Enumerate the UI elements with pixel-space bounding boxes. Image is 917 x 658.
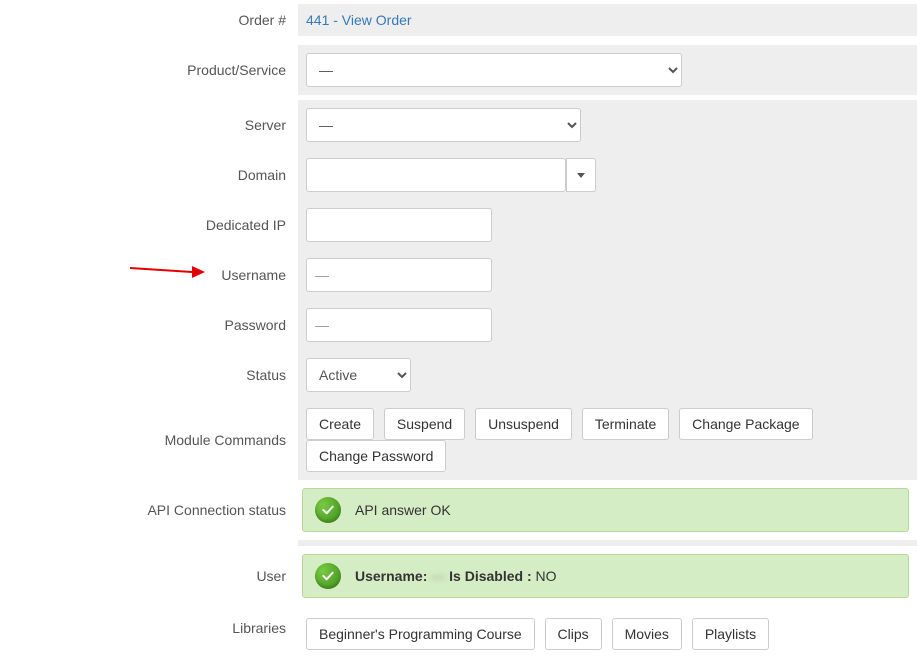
library-button-2[interactable]: Clips: [545, 618, 602, 650]
dedicated-ip-input[interactable]: [306, 208, 492, 242]
row-server: Server —: [0, 100, 917, 150]
value-api-status: API answer OK: [298, 480, 917, 540]
value-libraries: Beginner's Programming Course Clips Movi…: [298, 610, 917, 658]
product-select[interactable]: —: [306, 53, 682, 87]
label-product: Product/Service: [0, 62, 298, 78]
red-arrow-icon: [130, 262, 205, 282]
terminate-button[interactable]: Terminate: [582, 408, 669, 440]
value-user: Username: — Is Disabled : NO: [298, 546, 917, 606]
label-module-commands: Module Commands: [0, 432, 298, 448]
check-icon: [315, 563, 341, 589]
user-disabled-label: Is Disabled :: [449, 568, 531, 584]
domain-dropdown-button[interactable]: [566, 158, 596, 192]
row-user: User Username: — Is Disabled : NO: [0, 546, 917, 606]
row-api-status: API Connection status API answer OK: [0, 480, 917, 540]
label-server: Server: [0, 117, 298, 133]
value-dedicated-ip: [298, 200, 917, 250]
check-icon: [315, 497, 341, 523]
label-dedicated-ip: Dedicated IP: [0, 217, 298, 233]
password-input[interactable]: [306, 308, 492, 342]
value-module-commands: Create Suspend Unsuspend Terminate Chang…: [298, 400, 917, 480]
label-order: Order #: [0, 12, 298, 28]
status-select[interactable]: Active: [306, 358, 411, 392]
library-button-3[interactable]: Movies: [612, 618, 682, 650]
row-libraries: Libraries Beginner's Programming Course …: [0, 606, 917, 658]
label-user: User: [0, 568, 298, 584]
api-status-box: API answer OK: [302, 488, 909, 532]
server-select[interactable]: —: [306, 108, 581, 142]
change-password-button[interactable]: Change Password: [306, 440, 446, 472]
user-username-label: Username:: [355, 568, 427, 584]
row-module-commands: Module Commands Create Suspend Unsuspend…: [0, 400, 917, 480]
label-domain: Domain: [0, 167, 298, 183]
library-button-1[interactable]: Beginner's Programming Course: [306, 618, 535, 650]
unsuspend-button[interactable]: Unsuspend: [475, 408, 572, 440]
label-password: Password: [0, 317, 298, 333]
row-dedicated-ip: Dedicated IP: [0, 200, 917, 250]
value-password: [298, 300, 917, 350]
order-link[interactable]: 441 - View Order: [306, 12, 412, 28]
username-input[interactable]: [306, 258, 492, 292]
row-username: Username: [0, 250, 917, 300]
user-disabled-value: NO: [536, 568, 557, 584]
label-api-status: API Connection status: [0, 502, 298, 518]
create-button[interactable]: Create: [306, 408, 374, 440]
form-container: Order # 441 - View Order Product/Service…: [0, 0, 917, 658]
domain-group: [306, 158, 909, 192]
value-domain: [298, 150, 917, 200]
label-libraries: Libraries: [0, 610, 298, 636]
value-order: 441 - View Order: [298, 4, 917, 36]
label-status: Status: [0, 367, 298, 383]
change-package-button[interactable]: Change Package: [679, 408, 812, 440]
row-product: Product/Service —: [0, 40, 917, 100]
suspend-button[interactable]: Suspend: [384, 408, 465, 440]
caret-down-icon: [577, 173, 585, 178]
api-status-text: API answer OK: [355, 502, 451, 518]
value-username: [298, 250, 917, 300]
value-status: Active: [298, 350, 917, 400]
value-product: —: [298, 45, 917, 95]
value-server: —: [298, 100, 917, 150]
user-username-value: —: [431, 568, 445, 584]
user-status-box: Username: — Is Disabled : NO: [302, 554, 909, 598]
domain-input[interactable]: [306, 158, 566, 192]
row-order: Order # 441 - View Order: [0, 0, 917, 40]
library-button-4[interactable]: Playlists: [692, 618, 769, 650]
user-info: Username: — Is Disabled : NO: [355, 568, 557, 584]
row-status: Status Active: [0, 350, 917, 400]
row-password: Password: [0, 300, 917, 350]
row-domain: Domain: [0, 150, 917, 200]
